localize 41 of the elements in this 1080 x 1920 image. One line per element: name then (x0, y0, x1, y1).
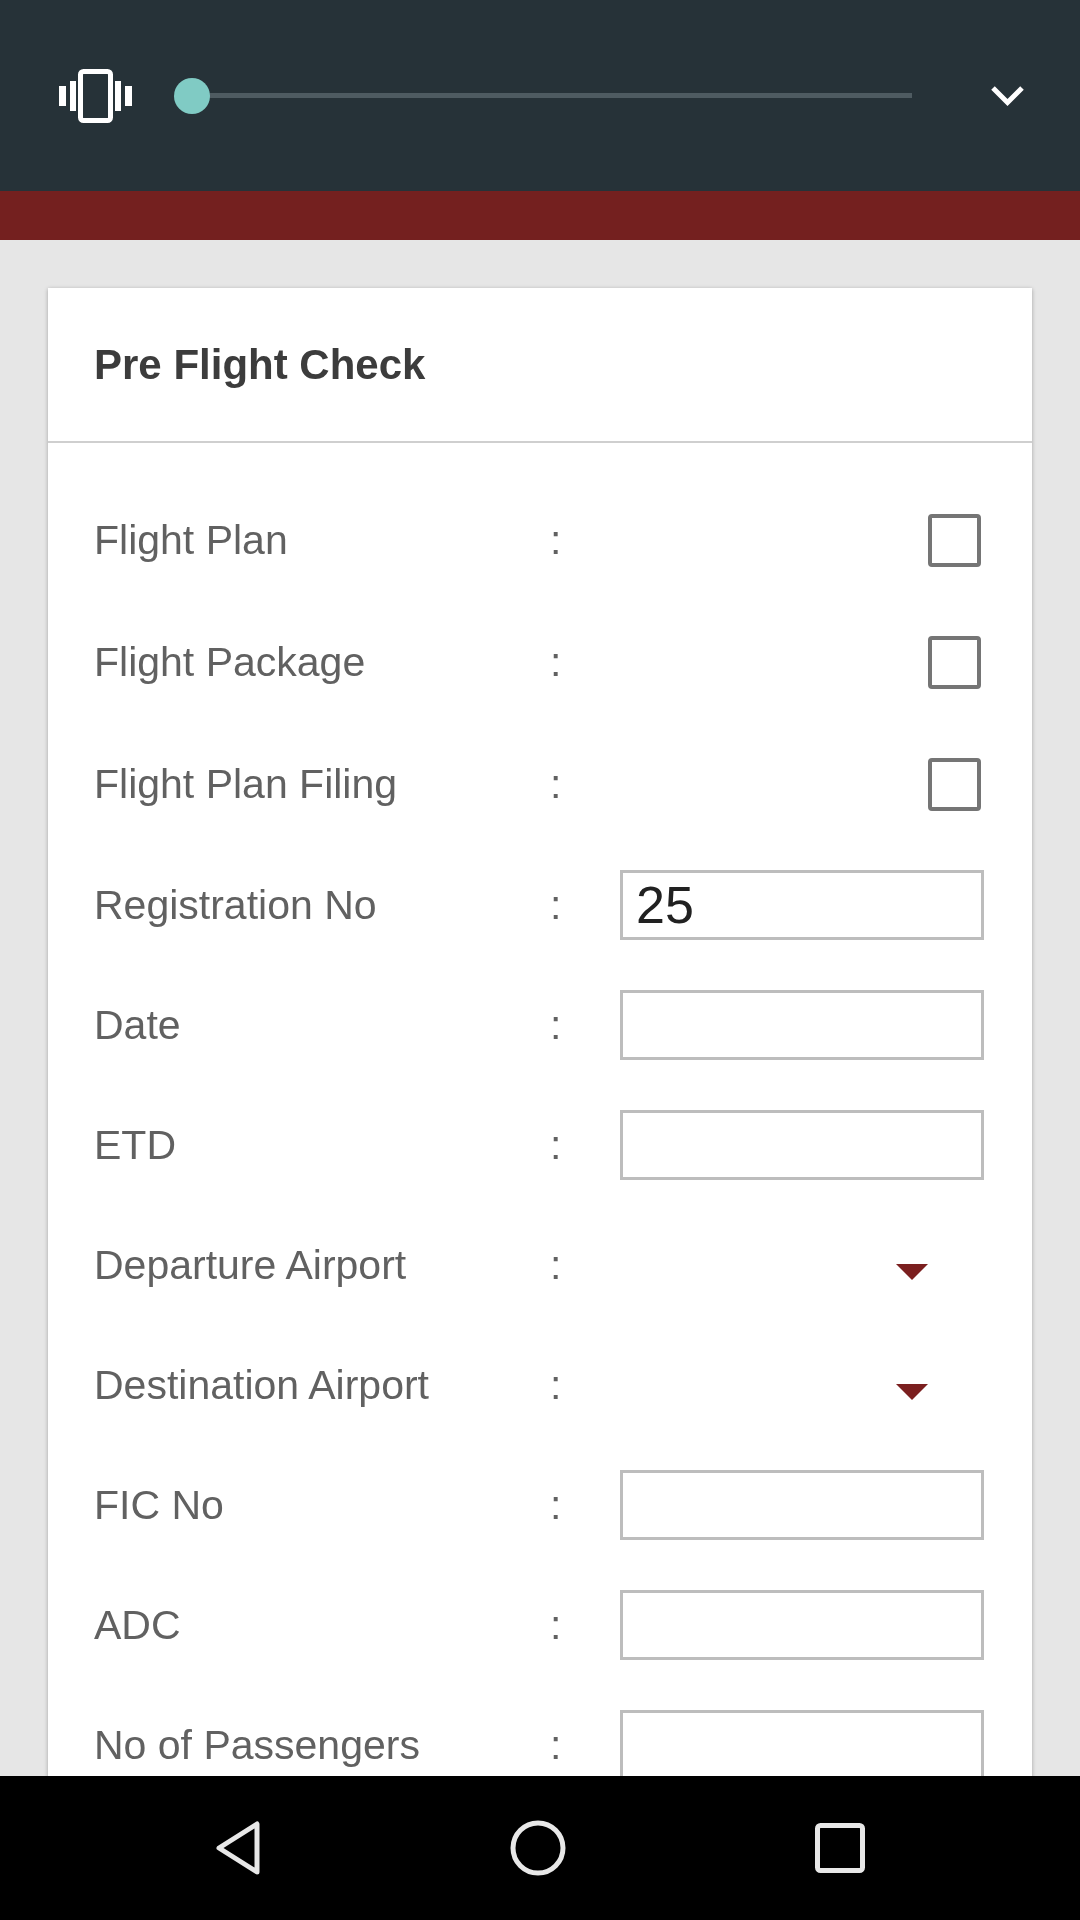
colon-separator: : (550, 1004, 563, 1046)
checkbox[interactable] (928, 635, 981, 689)
field-label: Flight Plan (94, 516, 288, 563)
vibrate-icon[interactable] (59, 68, 132, 123)
field-label: No of Passengers (94, 1721, 420, 1768)
colon-separator: : (550, 763, 563, 805)
text-input[interactable] (620, 990, 984, 1060)
volume-slider[interactable] (174, 77, 912, 114)
back-icon[interactable] (215, 1820, 261, 1876)
field-label: Date (94, 1001, 181, 1048)
text-input[interactable] (620, 1590, 984, 1660)
colon-separator: : (550, 1124, 563, 1166)
card-title: Pre Flight Check (94, 343, 426, 386)
field-label: Departure Airport (94, 1241, 407, 1288)
colon-separator: : (550, 519, 563, 561)
chevron-down-icon[interactable] (990, 84, 1025, 107)
colon-separator: : (550, 1364, 563, 1406)
colon-separator: : (550, 1484, 563, 1526)
field-label: Destination Airport (94, 1361, 429, 1408)
dropdown-caret-icon[interactable] (896, 1384, 928, 1400)
field-label: ETD (94, 1121, 176, 1168)
slider-thumb[interactable] (174, 77, 210, 114)
field-label: ADC (94, 1601, 181, 1648)
field-label: Registration No (94, 881, 377, 928)
checkbox[interactable] (928, 513, 981, 567)
text-input[interactable] (620, 1710, 984, 1776)
colon-separator: : (550, 641, 563, 683)
field-label: FIC No (94, 1481, 224, 1528)
field-label: Flight Plan Filing (94, 760, 398, 807)
checkbox[interactable] (928, 757, 981, 811)
colon-separator: : (550, 1604, 563, 1646)
text-input[interactable]: 25 (620, 870, 984, 940)
text-input[interactable] (620, 1110, 984, 1180)
recents-icon[interactable] (815, 1823, 865, 1873)
colon-separator: : (550, 1244, 563, 1286)
colon-separator: : (550, 1724, 563, 1766)
home-icon[interactable] (510, 1820, 566, 1876)
field-label: Flight Package (94, 638, 366, 685)
colon-separator: : (550, 884, 563, 926)
dropdown-caret-icon[interactable] (896, 1264, 928, 1280)
text-input[interactable] (620, 1470, 984, 1540)
